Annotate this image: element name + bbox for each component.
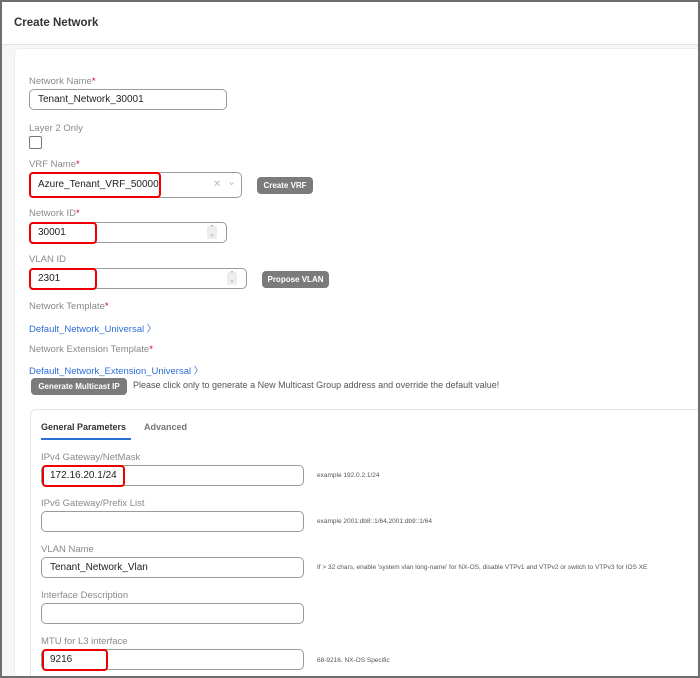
vrf-highlight bbox=[29, 172, 161, 198]
vrf-name-label: VRF Name* bbox=[29, 159, 80, 170]
dialog-header: Create Network bbox=[2, 2, 698, 45]
ipv4-label: IPv4 Gateway/NetMask bbox=[41, 452, 141, 463]
tab-advanced[interactable]: Advanced bbox=[144, 422, 187, 432]
stepper-icon[interactable]: ⌃ ⌄ bbox=[207, 225, 217, 239]
propose-vlan-button[interactable]: Propose VLAN bbox=[262, 271, 329, 288]
ipv4-hint: example 192.0.2.1/24 bbox=[317, 472, 380, 479]
interface-description-label: Interface Description bbox=[41, 590, 129, 601]
ipv6-label: IPv6 Gateway/Prefix List bbox=[41, 498, 145, 509]
vlan-name-input[interactable]: Tenant_Network_Vlan bbox=[41, 557, 304, 578]
chevron-right-icon: 〉 bbox=[193, 366, 204, 377]
vlan-name-label: VLAN Name bbox=[41, 544, 94, 555]
layer2-only-label: Layer 2 Only bbox=[29, 123, 83, 134]
multicast-note: Please click only to generate a New Mult… bbox=[133, 380, 500, 390]
network-id-label: Network ID* bbox=[29, 208, 80, 219]
network-name-label: Network Name* bbox=[29, 76, 96, 87]
network-template-label: Network Template* bbox=[29, 301, 109, 312]
generate-multicast-ip-button[interactable]: Generate Multicast IP bbox=[31, 378, 127, 395]
dialog-title: Create Network bbox=[14, 17, 99, 29]
vlan-name-hint: If > 32 chars, enable 'system vlan long-… bbox=[317, 564, 648, 571]
extension-template-label: Network Extension Template* bbox=[29, 344, 153, 355]
parameters-panel bbox=[30, 409, 698, 676]
tab-general-parameters[interactable]: General Parameters bbox=[41, 422, 126, 432]
create-network-dialog: Create Network Network Name* Tenant_Netw… bbox=[0, 0, 700, 678]
vlan-id-label: VLAN ID bbox=[29, 254, 66, 265]
stepper-icon[interactable]: ⌃ ⌄ bbox=[227, 271, 237, 285]
mtu-hint: 68-9216. NX-OS Specific bbox=[317, 657, 390, 664]
layer2-only-checkbox[interactable] bbox=[29, 136, 42, 149]
network-template-link[interactable]: Default_Network_Universal 〉 bbox=[29, 321, 156, 335]
interface-description-input[interactable] bbox=[41, 603, 304, 624]
chevron-right-icon: 〉 bbox=[146, 324, 157, 335]
network-id-highlight bbox=[29, 222, 97, 244]
mtu-label: MTU for L3 interface bbox=[41, 636, 128, 647]
network-name-input[interactable]: Tenant_Network_30001 bbox=[29, 89, 227, 110]
mtu-highlight bbox=[42, 649, 108, 671]
create-vrf-button[interactable]: Create VRF bbox=[257, 177, 313, 194]
extension-template-link[interactable]: Default_Network_Extension_Universal 〉 bbox=[29, 363, 203, 377]
ipv6-input[interactable] bbox=[41, 511, 304, 532]
active-tab-underline bbox=[41, 438, 131, 440]
vlan-id-highlight bbox=[29, 268, 97, 290]
ipv6-hint: example 2001:db8::1/64,2001:db9::1/64 bbox=[317, 518, 432, 525]
chevron-down-icon[interactable]: ⌄ bbox=[227, 170, 236, 194]
clear-icon[interactable]: ✕ bbox=[213, 173, 221, 197]
ipv4-highlight bbox=[42, 465, 125, 487]
